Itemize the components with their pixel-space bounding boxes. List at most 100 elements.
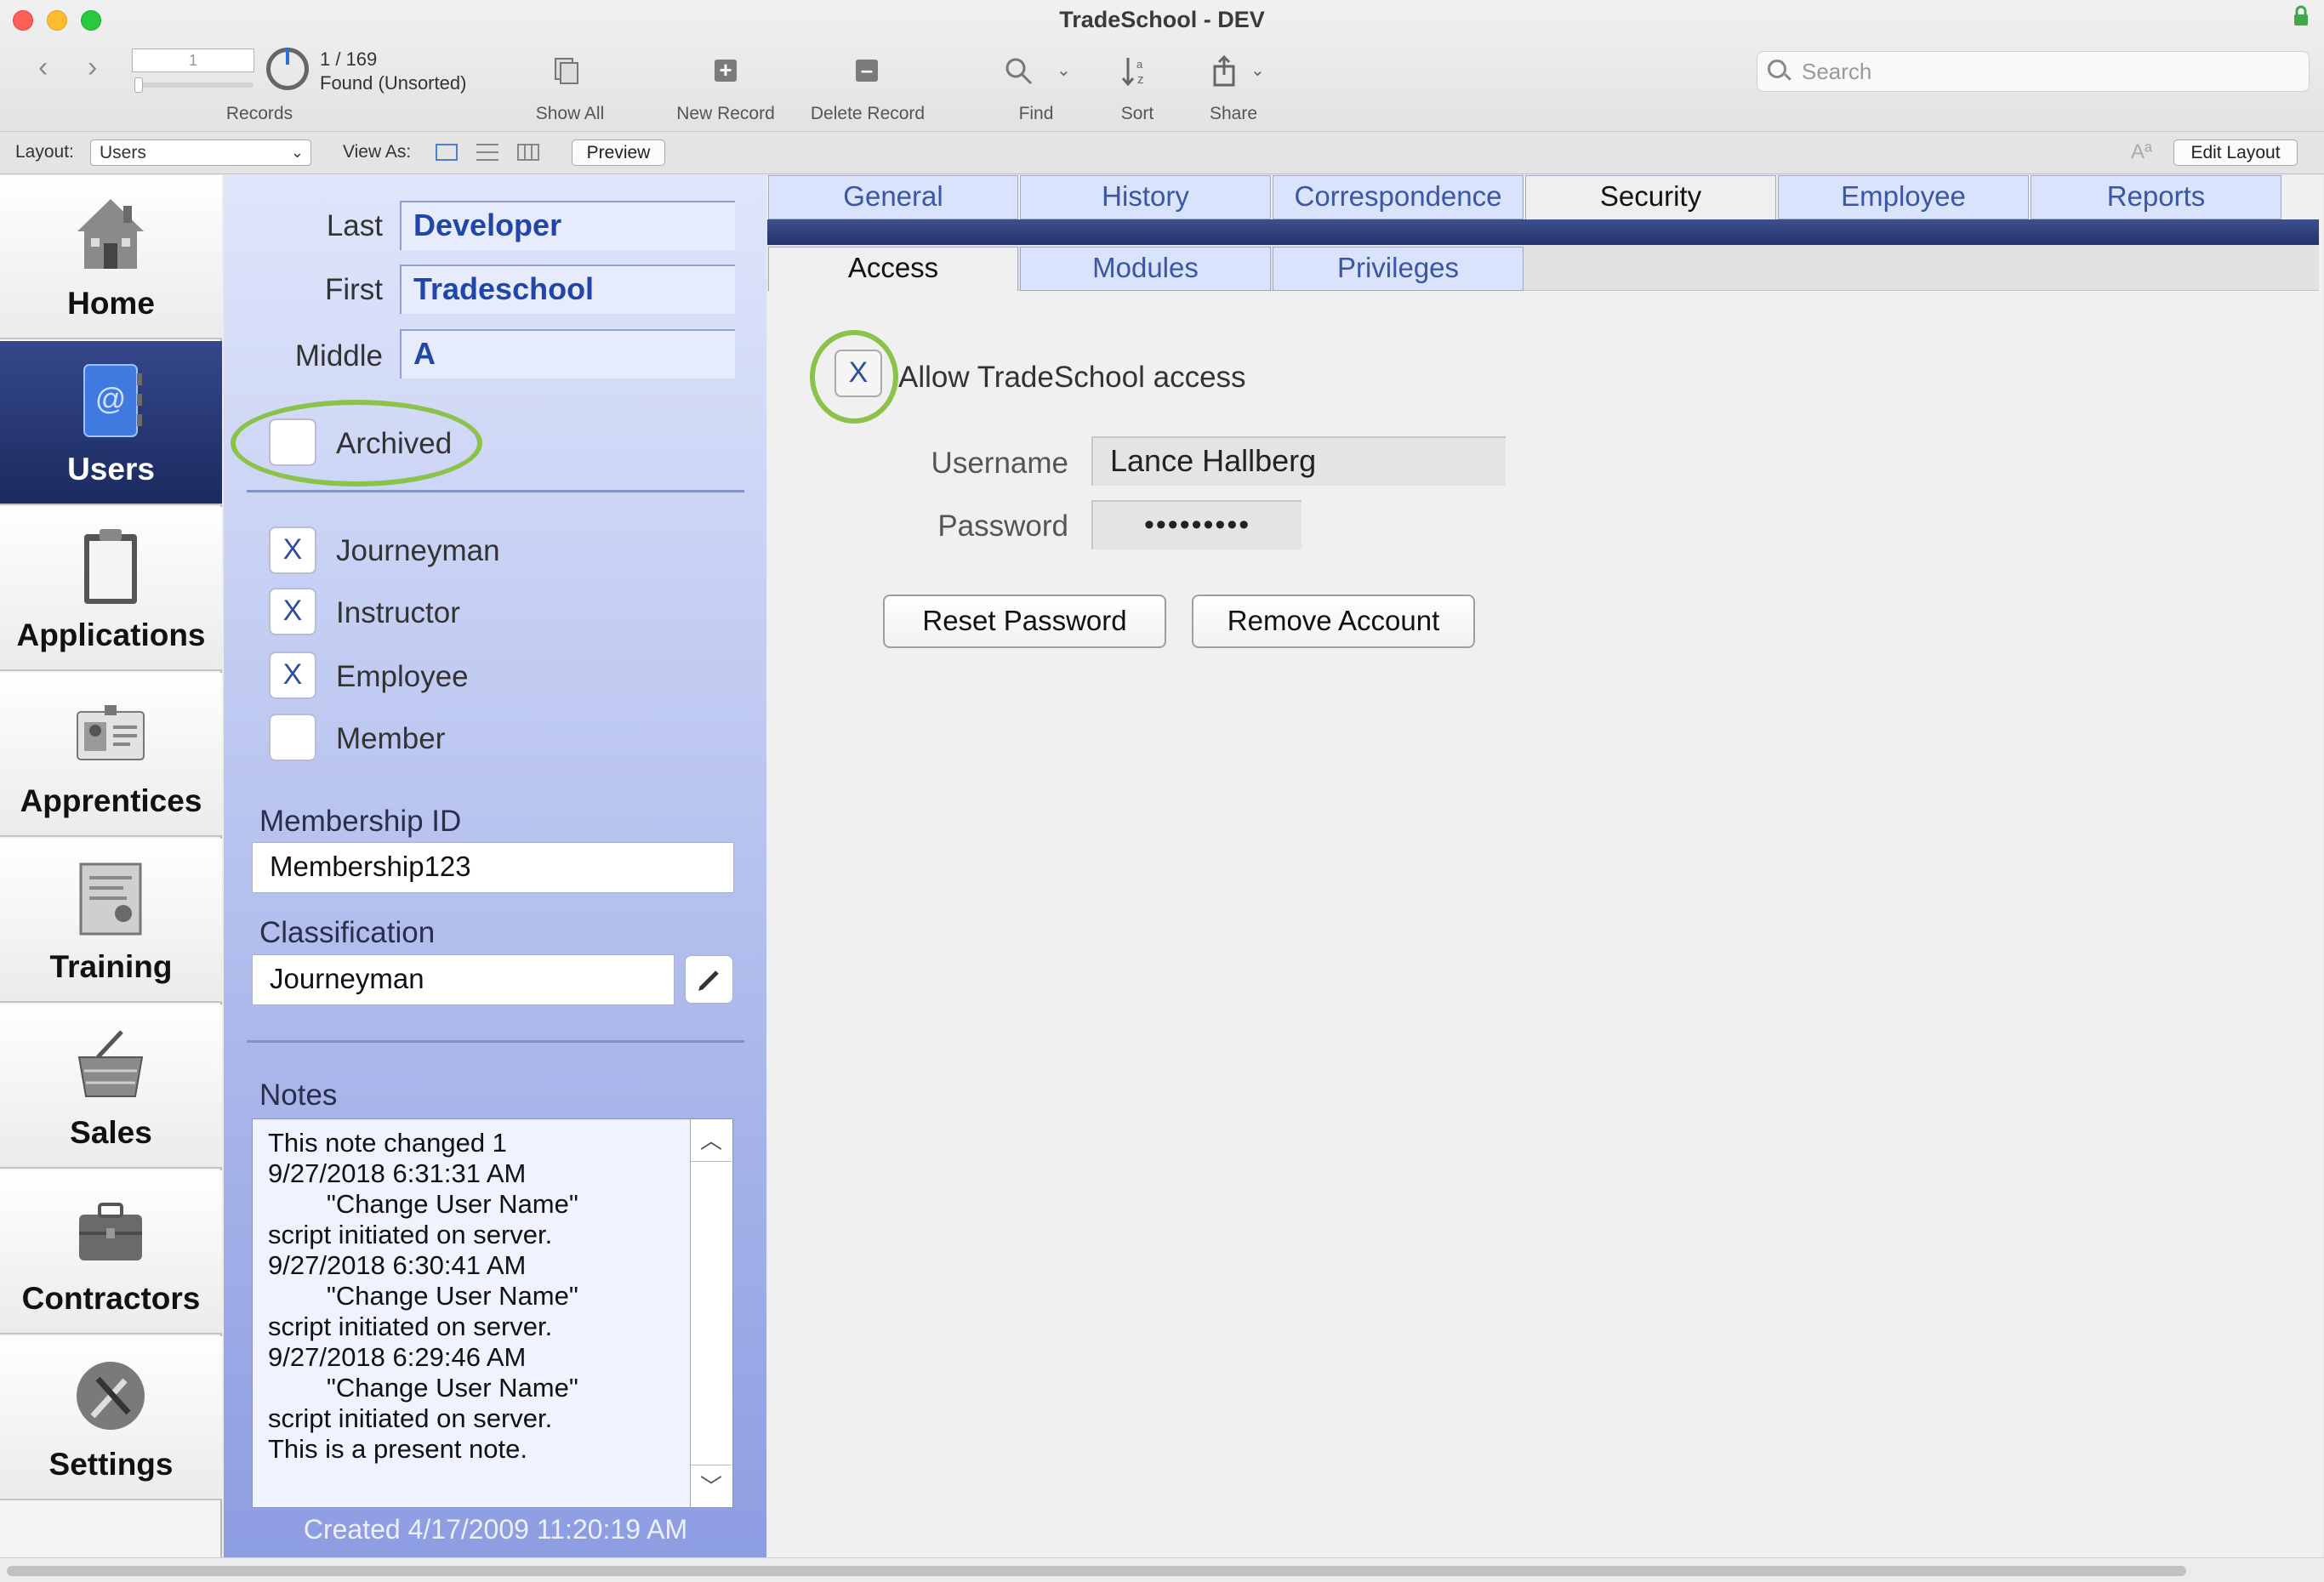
tab-divider-bar — [767, 219, 2319, 245]
scroll-down-chevron-icon[interactable]: ﹀ — [691, 1465, 732, 1507]
svg-text:@: @ — [95, 381, 127, 416]
archived-label: Archived — [336, 427, 453, 460]
layout-label: Layout: — [15, 142, 74, 162]
tab-correspondence[interactable]: Correspondence — [1273, 175, 1524, 219]
nav-item-contractors[interactable]: Contractors — [0, 1170, 222, 1334]
nav-label-training: Training — [49, 949, 173, 984]
sort-button[interactable]: Sort — [1103, 104, 1171, 124]
basket-icon — [77, 1030, 144, 1097]
show-all-icon[interactable] — [555, 58, 580, 85]
journeyman-checkbox[interactable]: X — [269, 526, 316, 574]
nav-item-sales[interactable]: Sales — [0, 1004, 222, 1169]
notes-text: This note changed 1 9/27/2018 6:31:31 AM… — [268, 1128, 578, 1464]
first-name-field[interactable]: Tradeschool — [400, 265, 735, 314]
classification-field[interactable]: Journeyman — [252, 954, 675, 1005]
last-name-label: Last — [326, 209, 383, 242]
edit-classification-button[interactable] — [685, 955, 733, 1004]
layout-select[interactable]: Users ⌄ — [90, 139, 311, 166]
list-view-icon[interactable] — [476, 144, 498, 161]
first-name-label: First — [324, 273, 383, 306]
find-dropdown-chevron-icon[interactable]: ⌄ — [1057, 60, 1071, 81]
address-book-icon: @ — [83, 364, 142, 437]
tab-security[interactable]: Security — [1525, 175, 1776, 219]
module-nav: Home @ Users Applications Apprentices Tr… — [0, 175, 222, 1557]
classification-label: Classification — [259, 916, 436, 949]
edit-layout-button[interactable]: Edit Layout — [2173, 139, 2298, 166]
subtab-access[interactable]: Access — [768, 247, 1018, 291]
notes-scrollbar[interactable]: ︿ ﹀ — [690, 1119, 732, 1507]
preview-button[interactable]: Preview — [572, 139, 665, 166]
text-format-icon[interactable]: Aª — [2131, 140, 2152, 164]
tab-general[interactable]: General — [768, 175, 1018, 219]
journeyman-label: Journeyman — [336, 534, 500, 567]
record-count: 1 / 169 Found (Unsorted) — [320, 48, 466, 95]
reset-password-button[interactable]: Reset Password — [883, 595, 1166, 648]
lock-icon — [2294, 5, 2308, 26]
previous-record-icon[interactable]: ‹ — [38, 51, 48, 84]
nav-label-users: Users — [67, 452, 155, 487]
sort-icon[interactable]: a z — [1121, 54, 1152, 88]
view-as-label: View As: — [343, 142, 412, 162]
nav-item-apprentices[interactable]: Apprentices — [0, 673, 222, 837]
show-all-button[interactable]: Show All — [515, 104, 625, 124]
instructor-label: Instructor — [336, 596, 460, 629]
chevron-down-icon: ⌄ — [290, 144, 304, 161]
membership-id-field[interactable]: Membership123 — [252, 842, 734, 893]
password-field[interactable]: ••••••••• — [1091, 500, 1302, 549]
remove-account-button[interactable]: Remove Account — [1192, 595, 1475, 648]
tab-reports[interactable]: Reports — [2031, 175, 2281, 219]
member-label: Member — [336, 722, 446, 755]
new-record-icon[interactable]: + — [715, 59, 737, 82]
membership-id-label: Membership ID — [259, 805, 462, 838]
next-record-icon[interactable]: › — [88, 51, 97, 84]
svg-text:z: z — [1137, 72, 1144, 87]
nav-item-home[interactable]: Home — [0, 175, 222, 339]
archived-checkbox[interactable] — [269, 418, 316, 466]
find-button[interactable]: Find — [1002, 104, 1070, 124]
nav-item-applications[interactable]: Applications — [0, 507, 222, 671]
nav-item-users[interactable]: @ Users — [0, 341, 222, 505]
layout-select-value: Users — [100, 143, 146, 162]
records-pie-icon — [266, 48, 309, 90]
find-icon[interactable] — [1004, 56, 1034, 87]
search-box[interactable] — [1757, 51, 2310, 92]
form-view-icon[interactable] — [436, 144, 458, 161]
notes-field[interactable]: This note changed 1 9/27/2018 6:31:31 AM… — [252, 1118, 733, 1508]
nav-item-settings[interactable]: Settings — [0, 1336, 222, 1500]
last-name-field[interactable]: Developer — [400, 201, 735, 250]
nav-label-contractors: Contractors — [21, 1281, 201, 1316]
record-count-text: 1 / 169 — [320, 48, 378, 70]
nav-label-applications: Applications — [16, 617, 206, 652]
username-field[interactable]: Lance Hallberg — [1091, 436, 1506, 486]
record-number-field[interactable]: 1 — [132, 48, 254, 72]
new-record-button[interactable]: New Record — [664, 104, 788, 124]
layout-bar: Layout: Users ⌄ View As: Preview Aª Edit… — [0, 132, 2324, 174]
search-input[interactable] — [1802, 57, 2295, 86]
nav-label-apprentices: Apprentices — [20, 783, 202, 818]
delete-record-button[interactable]: Delete Record — [800, 104, 936, 124]
house-icon — [77, 199, 144, 269]
tab-history[interactable]: History — [1020, 175, 1271, 219]
subtab-modules[interactable]: Modules — [1020, 247, 1271, 291]
instructor-checkbox[interactable]: X — [269, 588, 316, 635]
member-checkbox[interactable] — [269, 714, 316, 761]
table-view-icon[interactable] — [517, 144, 539, 161]
password-label: Password — [937, 509, 1068, 543]
record-slider[interactable] — [134, 77, 253, 93]
search-icon — [1768, 60, 1786, 78]
delete-record-icon[interactable]: – — [856, 59, 878, 82]
scroll-up-chevron-icon[interactable]: ︿ — [691, 1119, 732, 1162]
subtab-privileges[interactable]: Privileges — [1273, 247, 1524, 291]
pencil-icon — [698, 970, 719, 991]
share-button[interactable]: Share — [1199, 104, 1267, 124]
tab-employee[interactable]: Employee — [1778, 175, 2029, 219]
share-icon[interactable] — [1211, 54, 1237, 88]
employee-checkbox[interactable]: X — [269, 652, 316, 699]
allow-access-checkbox[interactable]: X — [834, 350, 882, 397]
share-dropdown-chevron-icon[interactable]: ⌄ — [1250, 60, 1265, 81]
divider — [247, 490, 744, 492]
middle-name-field[interactable]: A — [400, 329, 735, 378]
horizontal-scrollbar[interactable] — [0, 1557, 2324, 1582]
scrollbar-thumb[interactable] — [7, 1566, 2186, 1576]
nav-item-training[interactable]: Training — [0, 839, 222, 1003]
